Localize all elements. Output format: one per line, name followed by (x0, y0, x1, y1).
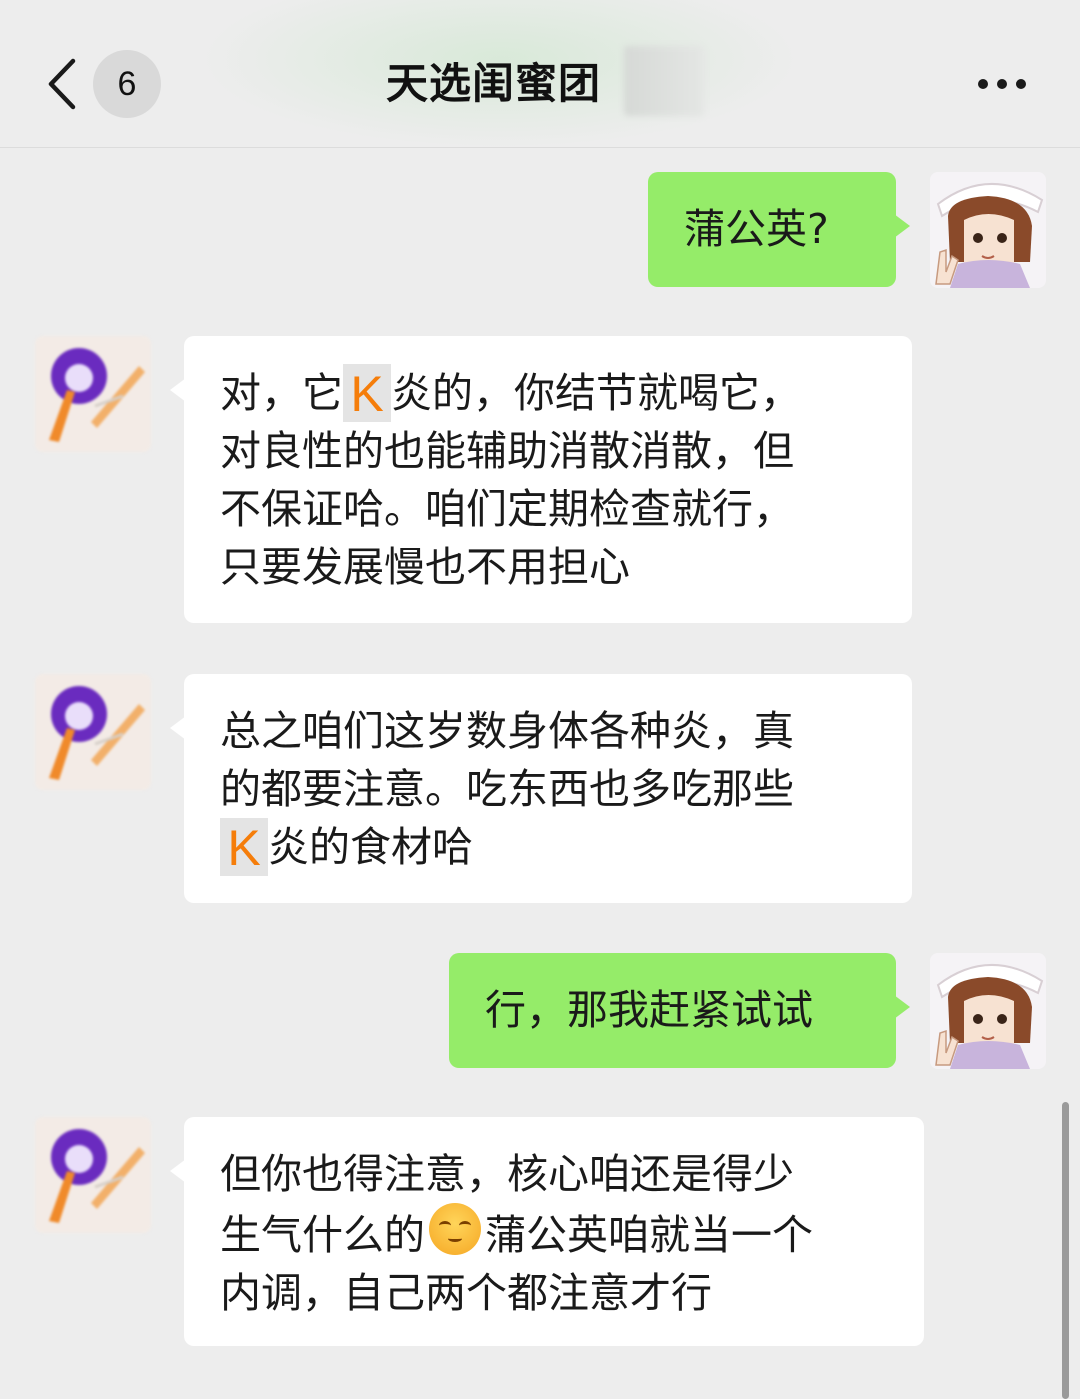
anime-girl-avatar-image (930, 953, 1046, 1069)
message-bubble-received[interactable]: 对，它 K 炎的，你结节就喝它， 对良性的也能辅助消散消散，但 不保证哈。咱们定期检… (170, 336, 912, 623)
message-text: 的都要注意。吃东西也多吃那些 (220, 765, 794, 813)
message-text: 炎的，你结节就喝它， (391, 369, 801, 417)
my-avatar[interactable] (930, 953, 1046, 1069)
censor-mark: K (343, 364, 391, 422)
message-text: 但你也得注意，核心咱还是得少 (220, 1150, 794, 1198)
chevron-left-icon (48, 58, 76, 110)
message-text: 总之咱们这岁数身体各种炎，真 (220, 707, 794, 755)
more-options-button[interactable] (970, 62, 1034, 106)
title-redaction-blur (624, 46, 704, 116)
chat-title: 天选闺蜜团 (386, 59, 602, 108)
message-bubble-sent[interactable]: 蒲公英? (648, 172, 910, 287)
contact-avatar[interactable] (35, 336, 151, 452)
message-bubble-sent[interactable]: 行，那我赶紧试试 (449, 953, 910, 1068)
chat-header: 6 天选闺蜜团 (0, 0, 1080, 148)
message-text: 蒲公英? (684, 205, 829, 253)
anime-girl-avatar-image (930, 172, 1046, 288)
my-avatar[interactable] (930, 172, 1046, 288)
contact-avatar-image (35, 1117, 151, 1233)
message-bubble-received[interactable]: 总之咱们这岁数身体各种炎，真 的都要注意。吃东西也多吃那些 K 炎的食材哈 (170, 674, 912, 903)
scrollbar[interactable] (1062, 1102, 1069, 1399)
contact-avatar[interactable] (35, 674, 151, 790)
contact-avatar-image (35, 336, 151, 452)
unread-count-badge[interactable]: 6 (93, 50, 161, 118)
contact-avatar-image (35, 674, 151, 790)
smiling-face-emoji-icon (429, 1203, 481, 1255)
back-button[interactable] (40, 56, 84, 112)
message-text: 炎的食材哈 (268, 823, 473, 871)
message-text: 对，它 (220, 369, 343, 417)
message-text: 对良性的也能辅助消散消散，但 (220, 427, 794, 475)
message-text: 行，那我赶紧试试 (485, 986, 813, 1034)
message-bubble-received[interactable]: 但你也得注意，核心咱还是得少 生气什么的 蒲公英咱就当一个 内调，自己两个都注意才… (170, 1117, 924, 1346)
message-text: 蒲公英咱就当一个 (485, 1211, 813, 1259)
contact-avatar[interactable] (35, 1117, 151, 1233)
message-text: 内调，自己两个都注意才行 (220, 1269, 712, 1317)
censor-mark: K (220, 818, 268, 876)
message-text: 生气什么的 (220, 1211, 425, 1259)
more-dots-icon (978, 79, 988, 89)
message-text: 只要发展慢也不用担心 (220, 543, 630, 591)
message-text: 不保证哈。咱们定期检查就行， (220, 485, 794, 533)
